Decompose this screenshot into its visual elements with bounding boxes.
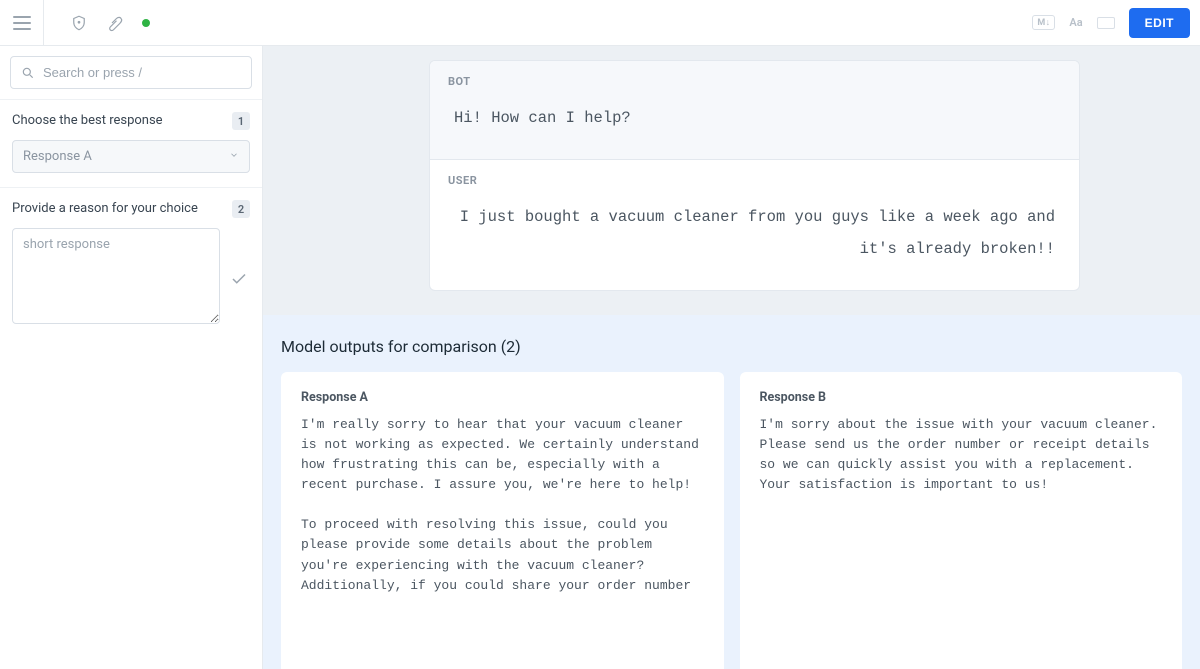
bot-text: Hi! How can I help? [430, 90, 1079, 159]
response-label: Response A [301, 390, 704, 405]
search-input[interactable] [43, 65, 241, 80]
main-content: BOT Hi! How can I help? USER I just boug… [263, 46, 1200, 669]
comparison-section: Model outputs for comparison (2) Respons… [263, 315, 1200, 669]
bot-role-label: BOT [430, 61, 1079, 90]
sidebar: Choose the best response 1 Response A Pr… [0, 46, 263, 669]
question-choose-best: Choose the best response 1 Response A [0, 100, 262, 188]
response-card-a: Response A I'm really sorry to hear that… [281, 372, 724, 669]
status-dot-icon [142, 19, 150, 27]
response-label: Response B [760, 390, 1163, 405]
step-badge: 1 [232, 112, 250, 130]
bot-message: BOT Hi! How can I help? [430, 61, 1079, 159]
search-input-wrap[interactable] [10, 56, 252, 89]
conversation-card: BOT Hi! How can I help? USER I just boug… [429, 60, 1080, 291]
check-icon [228, 228, 250, 288]
menu-button[interactable] [0, 0, 44, 46]
edit-button[interactable]: EDIT [1129, 8, 1190, 38]
select-value: Response A [23, 149, 92, 164]
response-body: I'm sorry about the issue with your vacu… [760, 415, 1163, 496]
step-badge: 2 [232, 200, 250, 218]
font-size-toggle[interactable]: Aa [1069, 16, 1082, 29]
topbar: M↓ Aa EDIT [0, 0, 1200, 46]
search-icon [21, 66, 35, 80]
user-role-label: USER [430, 160, 1079, 189]
markdown-toggle[interactable]: M↓ [1032, 15, 1055, 30]
comparison-title: Model outputs for comparison (2) [281, 337, 1182, 356]
reason-textarea[interactable] [12, 228, 220, 324]
response-body: I'm really sorry to hear that your vacuu… [301, 415, 704, 596]
shield-icon[interactable] [70, 14, 88, 32]
user-message: USER I just bought a vacuum cleaner from… [430, 159, 1079, 290]
user-text: I just bought a vacuum cleaner from you … [430, 189, 1079, 290]
response-select[interactable]: Response A [12, 140, 250, 173]
question-title: Choose the best response [12, 112, 171, 130]
question-title: Provide a reason for your choice [12, 200, 206, 218]
question-reason: Provide a reason for your choice 2 [0, 188, 262, 338]
response-card-b: Response B I'm sorry about the issue wit… [740, 372, 1183, 669]
keyboard-icon[interactable] [1097, 17, 1115, 29]
attachment-icon[interactable] [106, 14, 124, 32]
chevron-down-icon [229, 149, 239, 164]
